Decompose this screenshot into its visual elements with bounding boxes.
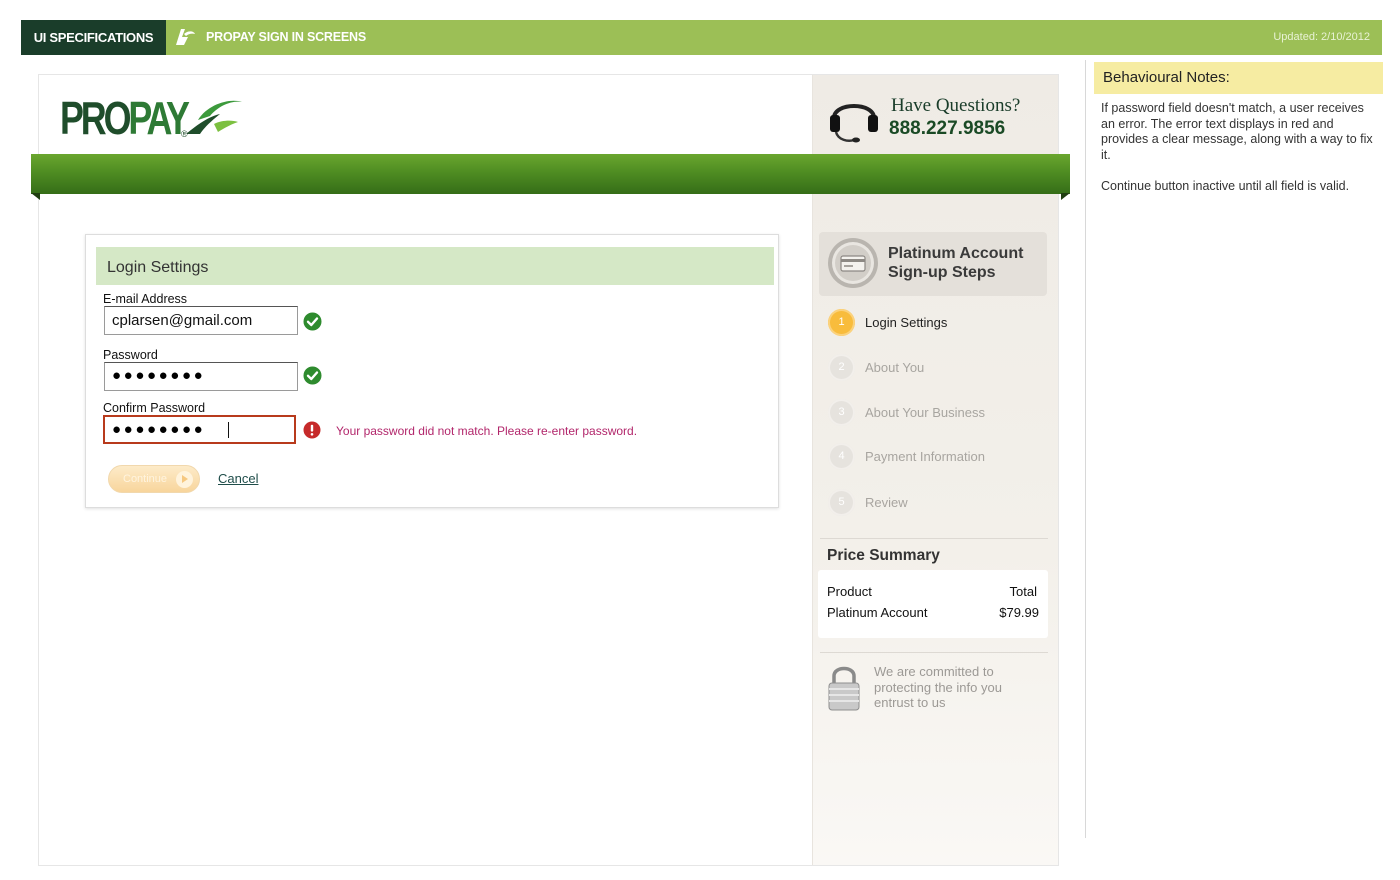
step-payment-information[interactable]: 4 Payment Information <box>828 443 1048 471</box>
cancel-link[interactable]: Cancel <box>218 471 258 486</box>
step-about-your-business[interactable]: 3 About Your Business <box>828 399 1048 427</box>
signup-steps-header: Platinum Account Sign-up Steps <box>819 232 1047 296</box>
password-error-message: Your password did not match. Please re-e… <box>336 424 638 438</box>
help-contact: Have Questions? 888.227.9856 <box>822 88 1042 148</box>
behavioural-notes-title: Behavioural Notes: <box>1094 62 1383 94</box>
help-phone-number[interactable]: 888.227.9856 <box>889 118 1005 140</box>
step-number: 4 <box>828 443 855 470</box>
spec-updated-date: Updated: 2/10/2012 <box>1273 31 1370 43</box>
propay-mark-icon <box>176 29 195 45</box>
note-paragraph: If password field doesn't match, a user … <box>1101 101 1373 162</box>
step-number: 2 <box>828 354 855 381</box>
propay-logo[interactable]: PROPAY ® <box>60 94 250 142</box>
step-login-settings[interactable]: 1 Login Settings <box>828 309 1048 337</box>
band-fold-left <box>31 193 40 200</box>
step-number: 3 <box>828 399 855 426</box>
spec-banner: UI SPECIFICATIONS PROPAY SIGN IN SCREENS… <box>21 20 1382 55</box>
product-name: Platinum Account <box>827 605 928 620</box>
arrow-right-circle-icon <box>176 471 193 488</box>
email-field[interactable] <box>104 306 298 335</box>
password-label: Password <box>103 348 158 362</box>
check-circle-icon <box>303 312 322 331</box>
help-question: Have Questions? <box>891 95 1021 116</box>
check-circle-icon <box>303 366 322 385</box>
step-label: Payment Information <box>865 449 985 464</box>
spec-project-title: PROPAY SIGN IN SCREENS <box>206 30 366 44</box>
note-paragraph: Continue button inactive until all field… <box>1101 178 1350 193</box>
spec-tag: UI SPECIFICATIONS <box>21 20 166 55</box>
product-total: $79.99 <box>999 605 1039 620</box>
exclamation-circle-icon <box>303 421 321 439</box>
credit-card-medal-icon <box>828 238 878 288</box>
password-field[interactable] <box>104 362 298 391</box>
step-label: Review <box>865 495 908 510</box>
logo-pay: PAY <box>128 92 190 144</box>
col-total-header: Total <box>1009 584 1037 599</box>
step-number: 5 <box>828 489 855 516</box>
signup-steps-title: Platinum Account Sign-up Steps <box>888 245 1024 281</box>
behavioural-notes-body: If password field doesn't match, a user … <box>1101 101 1376 210</box>
band-fold-right <box>1061 193 1070 200</box>
confirm-password-field[interactable] <box>103 415 296 444</box>
step-label: About You <box>865 360 925 375</box>
header-green-band <box>31 154 1070 194</box>
notes-divider <box>1085 60 1086 838</box>
price-summary-title: Price Summary <box>827 547 940 564</box>
login-settings-card: Login Settings E-mail Address Password ●… <box>85 234 779 508</box>
step-label: Login Settings <box>865 315 948 330</box>
continue-label: Continue <box>123 473 168 485</box>
confirm-password-label: Confirm Password <box>103 401 206 415</box>
step-number: 1 <box>828 309 855 336</box>
logo-pro: PRO <box>60 92 132 144</box>
propay-swoosh-icon: ® <box>181 100 242 138</box>
security-message: We are committed to protecting the info … <box>874 664 1002 710</box>
text-caret <box>228 422 229 438</box>
card-title: Login Settings <box>96 247 774 285</box>
sidebar-divider <box>820 538 1048 539</box>
step-about-you[interactable]: 2 About You <box>828 354 1048 382</box>
price-summary-table: Product Total Platinum Account $79.99 <box>818 570 1048 638</box>
headset-icon <box>830 104 878 143</box>
email-label: E-mail Address <box>103 292 188 306</box>
svg-text:®: ® <box>181 129 188 138</box>
col-product-header: Product <box>827 584 872 599</box>
sidebar-divider <box>820 652 1048 653</box>
continue-button[interactable]: Continue <box>108 465 200 493</box>
step-label: About Your Business <box>865 405 985 420</box>
step-review[interactable]: 5 Review <box>828 489 1048 517</box>
padlock-icon <box>828 666 860 711</box>
